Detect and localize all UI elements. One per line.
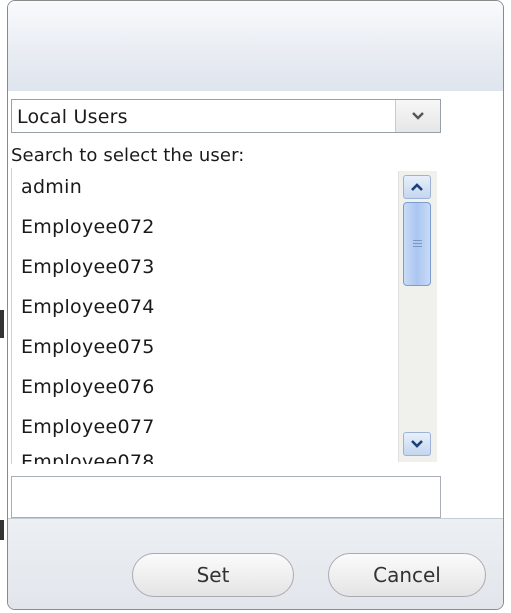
select-user-dialog: Local Users Search to select the user: a… xyxy=(7,0,504,610)
user-source-value: Local Users xyxy=(17,106,128,128)
background-edge xyxy=(0,310,4,338)
user-listbox[interactable]: admin Employee072 Employee073 Employee07… xyxy=(11,168,442,464)
list-item-employee073[interactable]: Employee073 xyxy=(21,256,155,278)
chevron-down-icon xyxy=(412,112,424,120)
list-item-admin[interactable]: admin xyxy=(21,176,82,198)
dropdown-button[interactable] xyxy=(395,100,440,132)
user-source-dropdown[interactable]: Local Users xyxy=(11,99,441,133)
list-item-employee074[interactable]: Employee074 xyxy=(21,296,155,318)
list-item-employee075[interactable]: Employee075 xyxy=(21,336,155,358)
set-button[interactable]: Set xyxy=(132,553,294,597)
arrow-down-icon xyxy=(411,440,423,448)
scroll-thumb[interactable] xyxy=(403,202,431,286)
dialog-title-bar[interactable] xyxy=(8,1,503,92)
user-list-scrollbar[interactable] xyxy=(398,171,437,462)
search-label: Search to select the user: xyxy=(11,145,245,166)
dialog-footer: Set Cancel xyxy=(8,518,503,609)
list-item-employee077[interactable]: Employee077 xyxy=(21,416,155,438)
list-item-employee078[interactable]: Employee078 xyxy=(21,451,155,464)
scroll-down-button[interactable] xyxy=(403,432,431,456)
arrow-up-icon xyxy=(411,183,423,191)
scroll-up-button[interactable] xyxy=(403,175,431,199)
background-edge xyxy=(0,520,4,540)
cancel-button[interactable]: Cancel xyxy=(328,553,486,597)
dialog-body: Local Users Search to select the user: a… xyxy=(8,91,503,518)
list-item-employee076[interactable]: Employee076 xyxy=(21,376,155,398)
grip-icon xyxy=(412,239,422,249)
user-name-input[interactable] xyxy=(11,476,441,518)
list-item-employee072[interactable]: Employee072 xyxy=(21,216,155,238)
